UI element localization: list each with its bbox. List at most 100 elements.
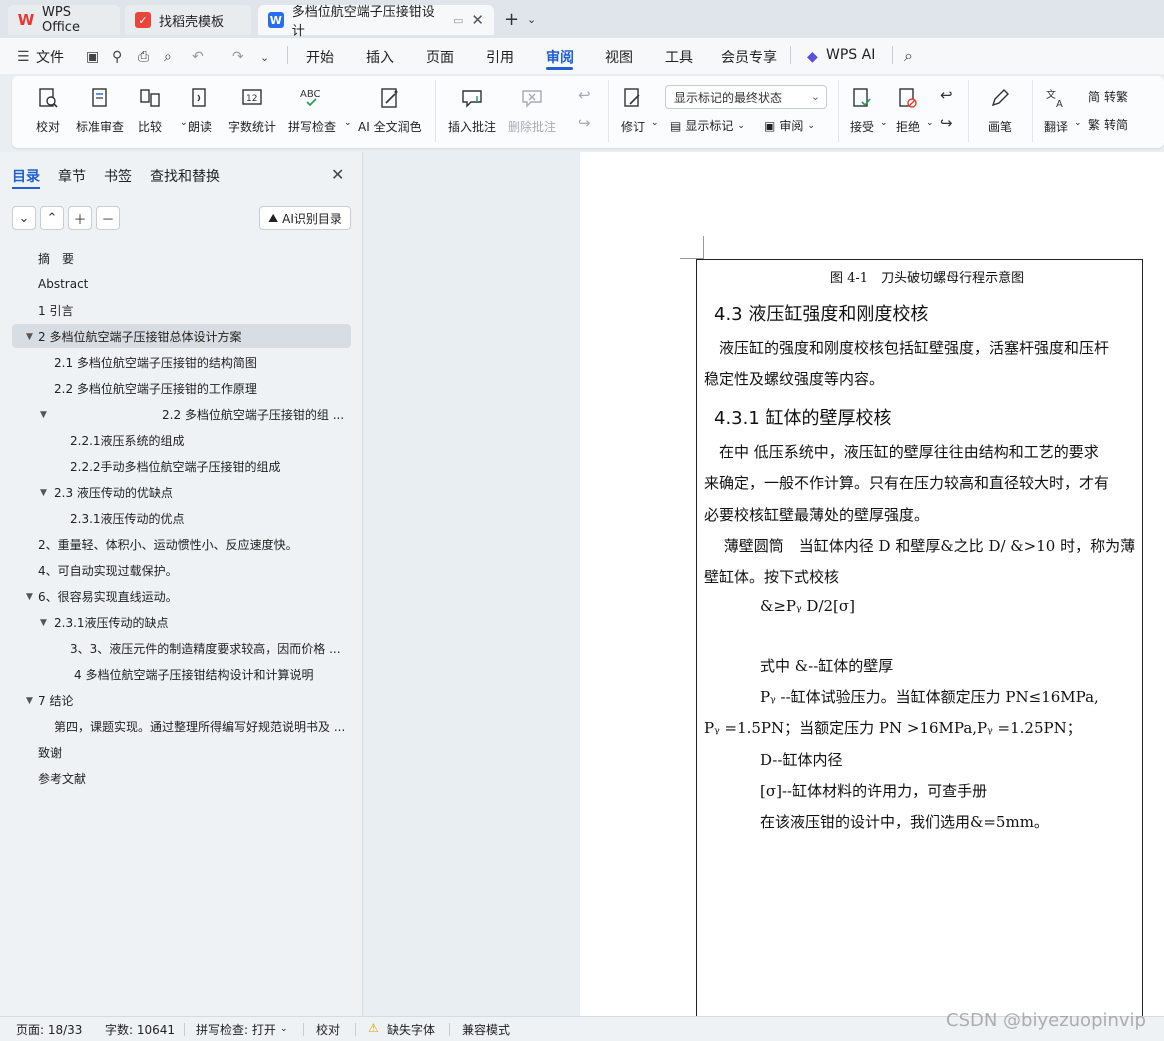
- tab-document[interactable]: W 多档位航空端子压接钳设计 ▭ ✕: [258, 5, 494, 39]
- undo-icon[interactable]: ↶: [192, 49, 204, 65]
- menu-tools[interactable]: 工具: [665, 47, 693, 67]
- show-markup-icon: ▤: [670, 118, 682, 133]
- next-change-icon[interactable]: ↪: [940, 114, 953, 132]
- toc-item[interactable]: 4、可自动实现过载保护。: [38, 558, 178, 582]
- toc-item[interactable]: 第四，课题实现。通过整理所得编写好规范说明书及 ...: [54, 714, 345, 738]
- expand-arrow-icon[interactable]: ▼: [26, 592, 33, 602]
- toc-item[interactable]: 4 多档位航空端子压接钳结构设计和计算说明: [74, 662, 313, 686]
- save-icon[interactable]: ▣: [86, 49, 99, 65]
- toc-item[interactable]: 2.3 液压传动的优缺点: [54, 480, 173, 504]
- nav-tab-bookmarks[interactable]: 书签: [104, 166, 132, 186]
- standard-review-button[interactable]: 标准审查: [76, 84, 124, 135]
- heading-4-3-1: 4.3.1 缸体的壁厚校核: [714, 408, 892, 429]
- previous-comment-icon[interactable]: ↩: [578, 86, 591, 104]
- expand-all-button[interactable]: ⌃: [40, 206, 64, 230]
- toc-item[interactable]: 致谢: [38, 740, 62, 764]
- next-comment-icon[interactable]: ↪: [578, 114, 591, 132]
- redo-icon[interactable]: ↷: [232, 49, 244, 65]
- toc-item-selected[interactable]: 2 多档位航空端子压接钳总体设计方案: [12, 324, 351, 348]
- close-icon[interactable]: ✕: [331, 165, 344, 184]
- hamburger-icon[interactable]: ☰: [17, 49, 30, 65]
- accept-button[interactable]: 接受 ⌄: [848, 84, 888, 135]
- reject-button[interactable]: 拒绝 ⌄: [894, 84, 934, 135]
- ai-toc-button[interactable]: ⛰ AI识别目录: [259, 206, 351, 230]
- active-tab-indicator: [546, 67, 573, 70]
- print-icon[interactable]: ⎙: [138, 49, 149, 65]
- toc-item[interactable]: 摘 要: [38, 246, 74, 270]
- search-icon[interactable]: ⌕: [904, 46, 913, 66]
- toc-item[interactable]: 2.3.1液压传动的优点: [70, 506, 185, 530]
- spell-check-button[interactable]: ABC 拼写检查 ⌄: [288, 84, 352, 135]
- tab-templates[interactable]: ✓ 找稻壳模板: [125, 5, 251, 35]
- expand-arrow-icon[interactable]: ▼: [40, 488, 47, 498]
- toc-item[interactable]: 2.2 多档位航空端子压接钳的工作原理: [54, 376, 257, 400]
- compare-button[interactable]: 比较 ⌄: [136, 84, 188, 135]
- navigation-pane: 目录 章节 书签 查找和替换 ✕ ⌄ ⌃ ＋ － ⛰ AI识别目录 摘 要 Abs…: [0, 152, 363, 1016]
- chevron-down-icon[interactable]: ⌄: [527, 13, 536, 26]
- proof-status[interactable]: 校对: [316, 1021, 340, 1038]
- previous-change-icon[interactable]: ↩: [940, 86, 953, 104]
- toc-item[interactable]: 2.2.2手动多档位航空端子压接钳的组成: [70, 454, 281, 478]
- toc-item[interactable]: 2.3.1液压传动的缺点: [54, 610, 169, 634]
- print-preview-icon[interactable]: ⌕: [164, 49, 172, 65]
- nav-tab-find-replace[interactable]: 查找和替换: [150, 166, 220, 186]
- divider: [355, 1023, 356, 1036]
- insert-comment-button[interactable]: 插入批注: [448, 84, 496, 135]
- add-heading-button[interactable]: ＋: [68, 206, 92, 230]
- minus-icon: －: [101, 212, 115, 228]
- toc-item[interactable]: 参考文献: [38, 766, 86, 790]
- close-icon[interactable]: ✕: [471, 11, 484, 29]
- to-traditional-button[interactable]: 简转繁: [1088, 88, 1128, 105]
- toc-item[interactable]: 1 引言: [38, 298, 73, 322]
- expand-arrow-icon[interactable]: ▼: [26, 696, 33, 706]
- share-icon[interactable]: ⚲: [112, 49, 122, 65]
- review-pane-button[interactable]: ▣ 审阅 ⌄: [764, 117, 815, 134]
- menu-page[interactable]: 页面: [426, 47, 454, 67]
- spell-check-status[interactable]: 拼写检查: 打开: [196, 1021, 276, 1038]
- menu-review[interactable]: 审阅: [546, 47, 574, 67]
- markup-mode-select[interactable]: 显示标记的最终状态 ⌄: [665, 85, 827, 109]
- missing-font-status[interactable]: 缺失字体: [387, 1021, 435, 1038]
- word-count[interactable]: 字数: 10641: [105, 1021, 175, 1038]
- toc-item[interactable]: 6、很容易实现直线运动。: [38, 584, 178, 608]
- compat-mode-status[interactable]: 兼容模式: [462, 1021, 510, 1038]
- tab-wps-office[interactable]: W WPS Office: [8, 5, 120, 35]
- nav-tab-sections[interactable]: 章节: [58, 166, 86, 186]
- toc-item[interactable]: 2.2 多档位航空端子压接钳的组 ...: [162, 402, 344, 426]
- toc-item[interactable]: 2.2.1液压系统的组成: [70, 428, 185, 452]
- toc-item[interactable]: 2、重量轻、体积小、运动惯性小、反应速度快。: [38, 532, 298, 556]
- menu-references[interactable]: 引用: [486, 47, 514, 67]
- menu-home[interactable]: 开始: [306, 47, 334, 67]
- menu-wps-ai[interactable]: WPS AI: [826, 47, 875, 63]
- delete-comment-button[interactable]: 删除批注: [508, 84, 556, 135]
- pen-button[interactable]: 画笔: [986, 84, 1014, 135]
- chevron-down-icon[interactable]: ⌄: [280, 1024, 288, 1034]
- chevron-down-icon[interactable]: ⌄: [260, 51, 269, 64]
- to-simplified-button[interactable]: 繁转简: [1088, 116, 1128, 133]
- menu-view[interactable]: 视图: [605, 47, 633, 67]
- translate-button[interactable]: 文A 翻译 ⌄: [1042, 84, 1082, 135]
- expand-arrow-icon[interactable]: ▼: [26, 332, 33, 342]
- ai-polish-button[interactable]: AI 全文润色: [358, 84, 422, 135]
- proofread-button[interactable]: 校对: [34, 84, 62, 135]
- menu-insert[interactable]: 插入: [366, 47, 394, 67]
- toc-item[interactable]: 2.1 多档位航空端子压接钳的结构简图: [54, 350, 257, 374]
- show-markup-button[interactable]: ▤ 显示标记 ⌄: [670, 117, 745, 134]
- nav-tab-toc[interactable]: 目录: [12, 166, 40, 186]
- page-indicator[interactable]: 页面: 18/33: [16, 1021, 82, 1038]
- word-count-button[interactable]: 12 字数统计: [228, 84, 276, 135]
- toc-item[interactable]: Abstract: [38, 272, 88, 296]
- remove-heading-button[interactable]: －: [96, 206, 120, 230]
- track-changes-button[interactable]: 修订 ⌄: [619, 84, 659, 135]
- menu-file[interactable]: 文件: [36, 47, 64, 67]
- toc-item[interactable]: 7 结论: [38, 688, 73, 712]
- paragraph-line: 必要校核缸壁最薄处的壁厚强度。: [704, 506, 930, 524]
- collapse-all-button[interactable]: ⌄: [12, 206, 36, 230]
- chevron-down-icon: ⌄: [880, 118, 888, 128]
- expand-arrow-icon[interactable]: ▼: [40, 410, 47, 420]
- expand-arrow-icon[interactable]: ▼: [40, 618, 47, 628]
- read-aloud-button[interactable]: 朗读: [186, 84, 214, 135]
- menu-membership[interactable]: 会员专享: [721, 47, 777, 67]
- toc-item[interactable]: 3、3、液压元件的制造精度要求较高，因而价格 ...: [70, 636, 341, 660]
- new-tab-icon[interactable]: +: [504, 9, 519, 30]
